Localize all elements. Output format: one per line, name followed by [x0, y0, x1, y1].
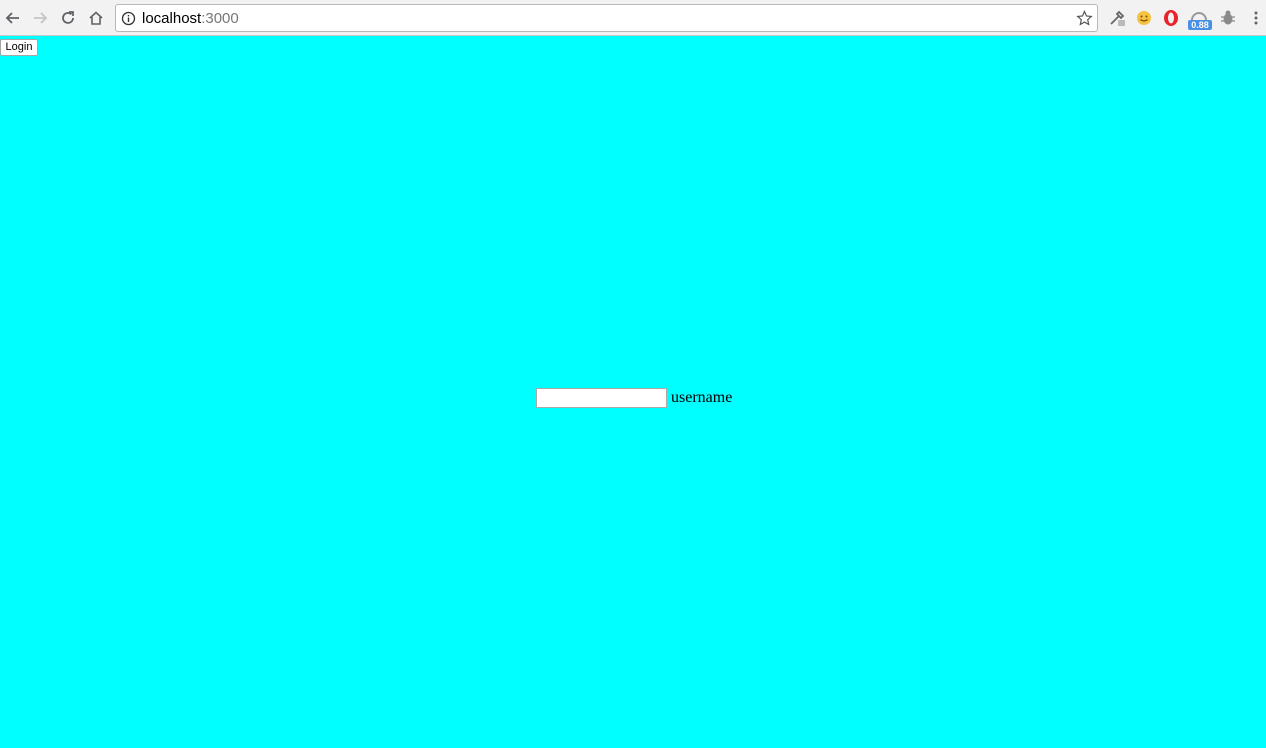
url-port: :3000 — [201, 10, 239, 27]
reload-icon[interactable] — [57, 7, 79, 29]
login-button[interactable]: Login — [0, 39, 38, 56]
info-icon[interactable] — [121, 11, 136, 26]
bug-icon[interactable] — [1218, 8, 1238, 28]
home-icon[interactable] — [85, 7, 107, 29]
extension-badge: 0.88 — [1188, 20, 1212, 30]
browser-toolbar: localhost:3000 0.88 — [0, 0, 1266, 36]
smiley-icon[interactable] — [1134, 8, 1154, 28]
username-input[interactable] — [536, 388, 667, 408]
username-label: username — [671, 389, 733, 406]
address-bar[interactable]: localhost:3000 — [115, 4, 1098, 32]
back-icon[interactable] — [2, 7, 24, 29]
eyedropper-icon[interactable] — [1107, 8, 1127, 28]
opera-icon[interactable] — [1161, 8, 1181, 28]
forward-icon[interactable] — [29, 7, 51, 29]
url-host: localhost — [142, 10, 202, 27]
url-text: localhost:3000 — [142, 10, 239, 27]
star-icon[interactable] — [1076, 10, 1093, 27]
more-menu-icon[interactable] — [1246, 8, 1266, 28]
